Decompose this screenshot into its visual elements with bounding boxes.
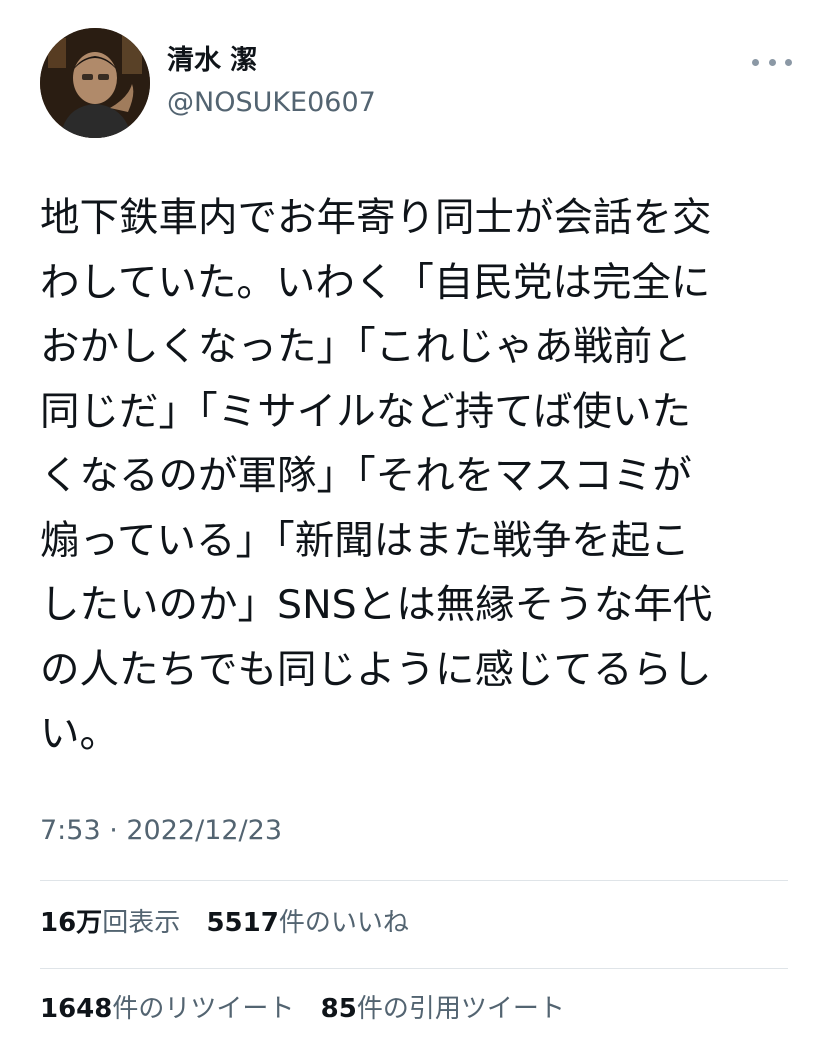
- likes-count: 5517: [206, 908, 279, 938]
- quote-tweets-stat[interactable]: 85件の引用ツイート: [321, 994, 565, 1024]
- retweets-count: 1648: [40, 994, 113, 1024]
- retweets-label: 件のリツイート: [112, 994, 295, 1024]
- views-stat[interactable]: 16万回表示: [40, 908, 180, 938]
- quotes-count: 85: [320, 994, 357, 1024]
- stats-row-retweets-quotes: 1648件のリツイート 85件の引用ツイート: [40, 992, 583, 1026]
- retweets-stat[interactable]: 1648件のリツイート: [40, 994, 294, 1024]
- profile-photo: [40, 28, 150, 138]
- likes-label: 件のいいね: [278, 908, 409, 938]
- views-label: 回表示: [102, 908, 181, 938]
- user-handle[interactable]: @NOSUKE0607: [167, 86, 376, 120]
- avatar[interactable]: [40, 28, 150, 138]
- tweet-timestamp[interactable]: 7:53 · 2022/12/23: [40, 813, 282, 849]
- tweet-text: 地下鉄車内でお年寄り同士が会話を交 わしていた。いわく「自民党は完全に おかしく…: [40, 195, 713, 757]
- display-name[interactable]: 清水 潔: [167, 44, 257, 78]
- quotes-label: 件の引用ツイート: [356, 994, 565, 1024]
- stats-row-views-likes: 16万回表示 5517件のいいね: [40, 906, 427, 940]
- dot: [785, 58, 792, 66]
- divider: [40, 880, 788, 881]
- divider: [40, 968, 788, 969]
- dot: [752, 58, 759, 66]
- likes-stat[interactable]: 5517件のいいね: [206, 908, 408, 938]
- dot: [768, 58, 776, 66]
- views-count: 16万: [40, 908, 103, 938]
- more-dots-icon[interactable]: [752, 50, 792, 74]
